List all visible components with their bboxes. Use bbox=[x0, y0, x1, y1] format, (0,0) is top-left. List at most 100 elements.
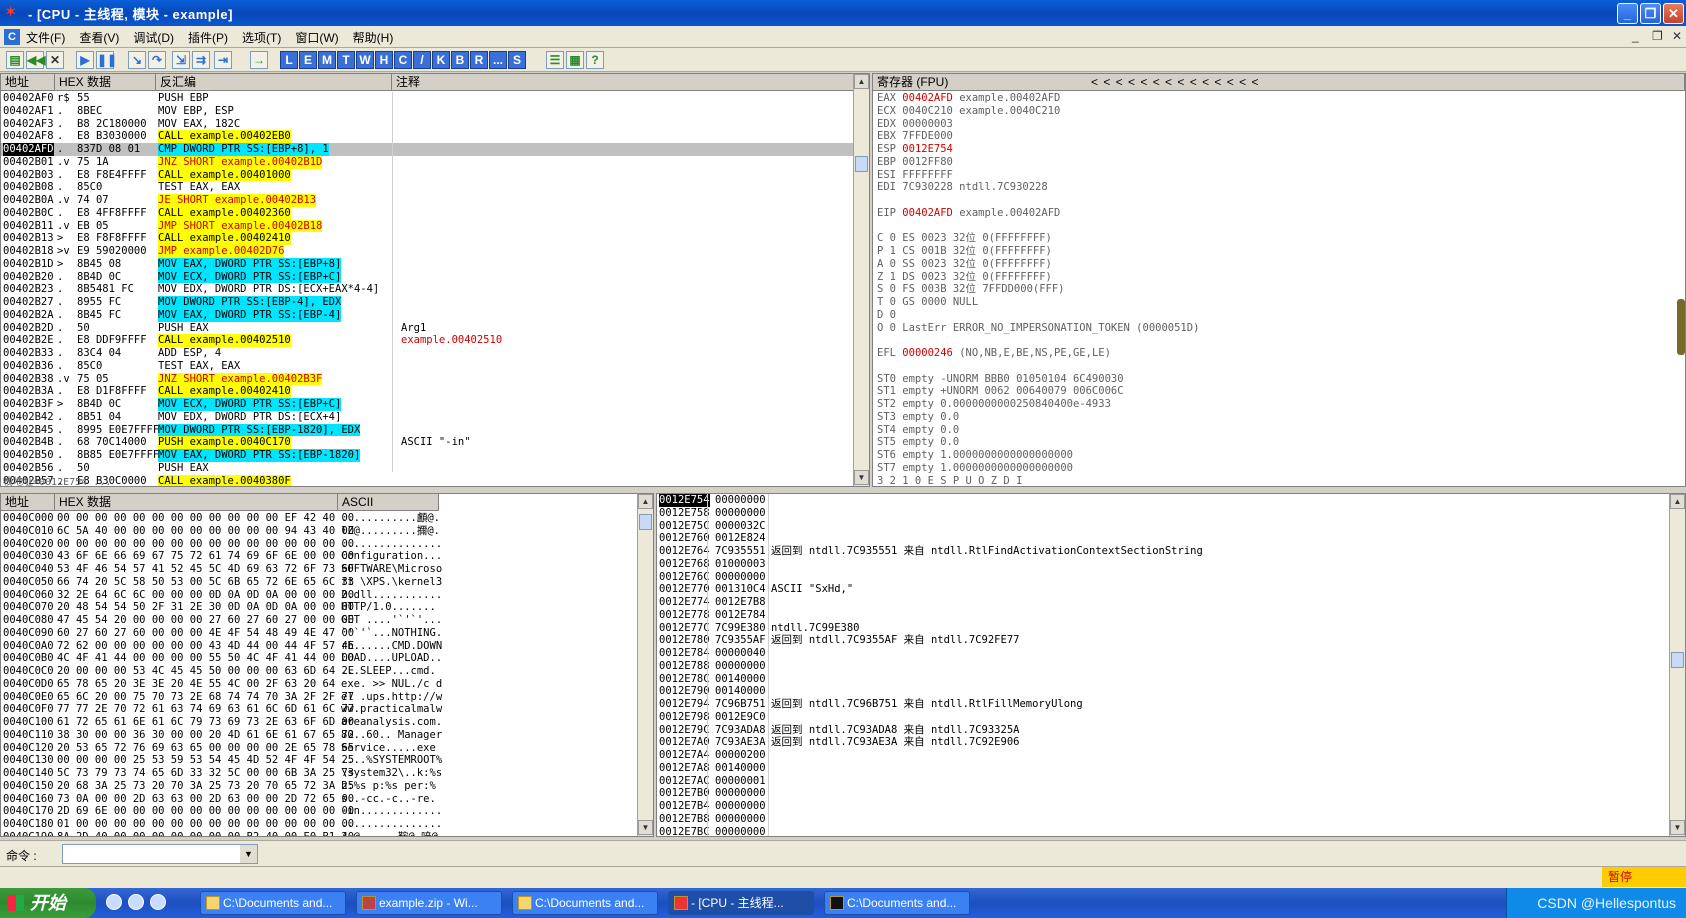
close-debuggee-icon[interactable]: ✕ bbox=[46, 51, 64, 69]
mdi-restore-button[interactable]: ❐ bbox=[1652, 29, 1663, 43]
register-line[interactable]: A 0 SS 0023 32位 0(FFFFFFFF) bbox=[873, 258, 1685, 271]
dump-col-hex[interactable]: HEX 数据 bbox=[55, 494, 338, 511]
disasm-row[interactable]: 00402B42. 8B51 04 MOV EDX, DWORD PTR DS:[E… bbox=[1, 411, 869, 424]
stack-row[interactable]: 0012E794 7C96B751 返回到 ntdll.7C96B751 来自 nt… bbox=[657, 698, 1685, 711]
menu-debug[interactable]: 调试(D) bbox=[133, 29, 174, 46]
quicklaunch-icon[interactable] bbox=[150, 894, 166, 910]
register-line[interactable]: EDX 00000003 bbox=[873, 118, 1685, 131]
register-line[interactable]: P 1 CS 001B 32位 0(FFFFFFFF) bbox=[873, 245, 1685, 258]
disasm-row[interactable]: 00402B11 .v EB 05 JMP SHORT example.00402B1… bbox=[1, 219, 869, 233]
col-comment[interactable]: 注释 bbox=[392, 74, 854, 91]
dump-row[interactable]: 0040C150 20 68 3A 25 73 20 70 3A 25 73 20… bbox=[1, 780, 653, 793]
dump-row[interactable]: 0040C100 61 72 65 61 6E 61 6C 79 73 69 73… bbox=[1, 716, 653, 729]
mdi-close-button[interactable]: ✕ bbox=[1672, 29, 1682, 43]
disasm-row[interactable]: 00402B0A .v 74 07 JE SHORT example.00402B13 bbox=[1, 194, 869, 207]
disasm-row[interactable]: 00402B0C. E8 4FF8FFFF CALL example.0040236… bbox=[1, 206, 869, 220]
register-line[interactable] bbox=[873, 334, 1685, 347]
dump-col-ascii[interactable]: ASCII bbox=[338, 494, 439, 511]
dump-row[interactable]: 0040C090 60 27 60 27 60 00 00 00 4E 4F 54… bbox=[1, 627, 653, 640]
register-line[interactable]: EFL 00000246 (NO,NB,E,BE,NS,PE,GE,LE) bbox=[873, 347, 1685, 360]
registers-pane[interactable]: 寄存器 (FPU) < < < < < < < < < < < < < < EA… bbox=[872, 73, 1686, 487]
register-line[interactable]: ST6 empty 1.0000000000000000000 bbox=[873, 449, 1685, 462]
register-line[interactable]: Z 1 DS 0023 32位 0(FFFFFFFF) bbox=[873, 271, 1685, 284]
disasm-row[interactable]: 00402AF3. B8 2C180000 MOV EAX, 182C bbox=[1, 118, 869, 131]
disasm-row[interactable]: 00402B20. 8B4D 0C MOV ECX, DWORD PTR SS:[E… bbox=[1, 270, 869, 284]
stack-row[interactable]: 0012E79C 7C93ADA8 返回到 ntdll.7C93ADA8 来自 nt… bbox=[657, 724, 1685, 737]
step-into-icon[interactable]: ↘ bbox=[128, 51, 146, 69]
minimize-button[interactable]: _ bbox=[1617, 3, 1638, 24]
stack-row[interactable]: 0012E780 7C9355AF 返回到 ntdll.7C9355AF 来自 nt… bbox=[657, 634, 1685, 647]
run-trace-button[interactable]: ... bbox=[489, 51, 507, 69]
dump-row[interactable]: 0040C010 6C 5A 40 00 00 00 00 00 00 00 00… bbox=[1, 525, 653, 538]
disasm-row[interactable]: 00402B08. 85C0 TEST EAX, EAX bbox=[1, 181, 869, 194]
trace-into-icon[interactable]: ⇲ bbox=[172, 51, 190, 69]
register-line[interactable]: EDI 7C930228 ntdll.7C930228 bbox=[873, 181, 1685, 194]
disassembly-scrollbar[interactable]: ▲ ▼ bbox=[853, 74, 869, 486]
register-nav-arrows[interactable]: < < < < < < < < < < < < < < bbox=[1091, 74, 1259, 90]
run-icon[interactable]: ▶ bbox=[76, 51, 94, 69]
disasm-row[interactable]: 00402AF8. E8 B3030000 CALL example.00402EB… bbox=[1, 130, 869, 143]
command-input[interactable] bbox=[62, 844, 258, 864]
register-line[interactable]: T 0 GS 0000 NULL bbox=[873, 296, 1685, 309]
task-explorer-2[interactable]: C:\Documents and... bbox=[512, 891, 658, 915]
dump-row[interactable]: 0040C0D0 65 78 65 20 3E 3E 20 4E 55 4C 00… bbox=[1, 678, 653, 691]
disasm-row[interactable]: 00402B4B. 68 70C14000 PUSH example.0040C17… bbox=[1, 436, 869, 449]
disasm-row[interactable]: 00402B01 .v 75 1A JNZ SHORT example.00402B1… bbox=[1, 155, 869, 169]
help-icon[interactable]: ? bbox=[586, 51, 604, 69]
dump-row[interactable]: 0040C110 38 30 00 00 36 30 00 00 20 4D 61… bbox=[1, 729, 653, 742]
start-button[interactable]: 开始 bbox=[0, 888, 96, 918]
scroll-thumb[interactable] bbox=[855, 156, 868, 172]
disassembly-pane[interactable]: 地址 HEX 数据 反汇编 注释 00402AF0 r$ 55 PUSH EBP 004… bbox=[0, 73, 870, 487]
ie-icon[interactable] bbox=[106, 894, 122, 910]
dump-row[interactable]: 0040C0C0 20 00 00 00 53 4C 45 45 50 00 00… bbox=[1, 665, 653, 678]
menu-options[interactable]: 选项(T) bbox=[242, 29, 281, 46]
disasm-row[interactable]: 00402B03. E8 F8E4FFFF CALL example.0040100… bbox=[1, 168, 869, 182]
disasm-row[interactable]: 00402B50. 8B85 E0E7FFFF MOV EAX, DWORD PTR… bbox=[1, 449, 869, 462]
source-button[interactable]: S bbox=[508, 51, 526, 69]
stack-row[interactable]: 0012E758 00000000 bbox=[657, 507, 1685, 520]
dump-row[interactable]: 0040C190 8A 2D 40 00 00 00 00 00 00 00 B2… bbox=[1, 831, 653, 836]
step-over-icon[interactable]: ↷ bbox=[148, 51, 166, 69]
col-disassembly[interactable]: 反汇编 bbox=[156, 74, 392, 91]
register-line[interactable]: ST7 empty 1.0000000000000000000 bbox=[873, 462, 1685, 475]
stack-row[interactable]: 0012E778 0012E784 bbox=[657, 609, 1685, 622]
register-line[interactable] bbox=[873, 220, 1685, 233]
mdi-minimize-button[interactable]: _ bbox=[1632, 29, 1639, 43]
register-line[interactable]: ST5 empty 0.0 bbox=[873, 436, 1685, 449]
register-line[interactable]: C 0 ES 0023 32位 0(FFFFFFFF) bbox=[873, 232, 1685, 245]
dump-scroll-down-icon[interactable]: ▼ bbox=[638, 820, 653, 835]
register-line[interactable] bbox=[873, 360, 1685, 373]
register-line[interactable]: O 0 LastErr ERROR_NO_IMPERSONATION_TOKEN… bbox=[873, 322, 1685, 335]
dump-row[interactable]: 0040C070 20 48 54 54 50 2F 31 2E 30 0D 0A… bbox=[1, 601, 653, 614]
dump-scroll-up-icon[interactable]: ▲ bbox=[638, 494, 653, 509]
options-icon[interactable]: ▦ bbox=[566, 51, 584, 69]
stack-row[interactable]: 0012E7A4 00000200 bbox=[657, 749, 1685, 762]
dump-row[interactable]: 0040C0B0 4C 4F 41 44 00 00 00 00 55 50 4C… bbox=[1, 652, 653, 665]
cpu-button[interactable]: C bbox=[394, 51, 412, 69]
list-icon[interactable]: ☰ bbox=[546, 51, 564, 69]
dump-row[interactable]: 0040C050 66 74 20 5C 58 50 53 00 5C 6B 65… bbox=[1, 576, 653, 589]
dump-scrollbar[interactable]: ▲ ▼ bbox=[637, 494, 653, 836]
pause-icon[interactable]: ❚❚ bbox=[96, 51, 117, 69]
chevron-down-icon[interactable]: ▼ bbox=[240, 845, 257, 863]
dump-scroll-thumb[interactable] bbox=[639, 514, 652, 530]
dump-row[interactable]: 0040C0A0 72 62 00 00 00 00 00 00 43 4D 44… bbox=[1, 640, 653, 653]
open-icon[interactable]: ▤ bbox=[6, 51, 24, 69]
menu-plugins[interactable]: 插件(P) bbox=[188, 29, 228, 46]
disasm-row[interactable]: 00402B2D. 50 PUSH EAX Arg1 bbox=[1, 322, 869, 335]
breakpoints-button[interactable]: B bbox=[451, 51, 469, 69]
side-handle[interactable] bbox=[1677, 299, 1685, 355]
dump-row[interactable]: 0040C000 00 00 00 00 00 00 00 00 00 00 00… bbox=[1, 512, 653, 525]
register-line[interactable]: ST4 empty 0.0 bbox=[873, 424, 1685, 437]
scroll-down-icon[interactable]: ▼ bbox=[854, 470, 869, 485]
dump-row[interactable]: 0040C140 5C 73 79 73 74 65 6D 33 32 5C 00… bbox=[1, 767, 653, 780]
stack-row[interactable]: 0012E7B8 00000000 bbox=[657, 813, 1685, 826]
register-line[interactable]: ESP 0012E754 bbox=[873, 143, 1685, 156]
disasm-row[interactable]: 00402B18 >v E9 59020000 JMP example.00402D7… bbox=[1, 245, 869, 258]
register-line[interactable]: EIP 00402AFD example.00402AFD bbox=[873, 207, 1685, 220]
dump-row[interactable]: 0040C130 00 00 00 00 25 53 59 53 54 45 4D… bbox=[1, 754, 653, 767]
stack-row[interactable]: 0012E770 001310C4 ASCII "SxHd," bbox=[657, 583, 1685, 596]
goto-icon[interactable]: → bbox=[250, 51, 268, 69]
stack-row[interactable]: 0012E75C 0000032C bbox=[657, 520, 1685, 533]
disasm-row[interactable]: 00402B2E. E8 DDF9FFFF CALL example.0040251… bbox=[1, 334, 869, 347]
